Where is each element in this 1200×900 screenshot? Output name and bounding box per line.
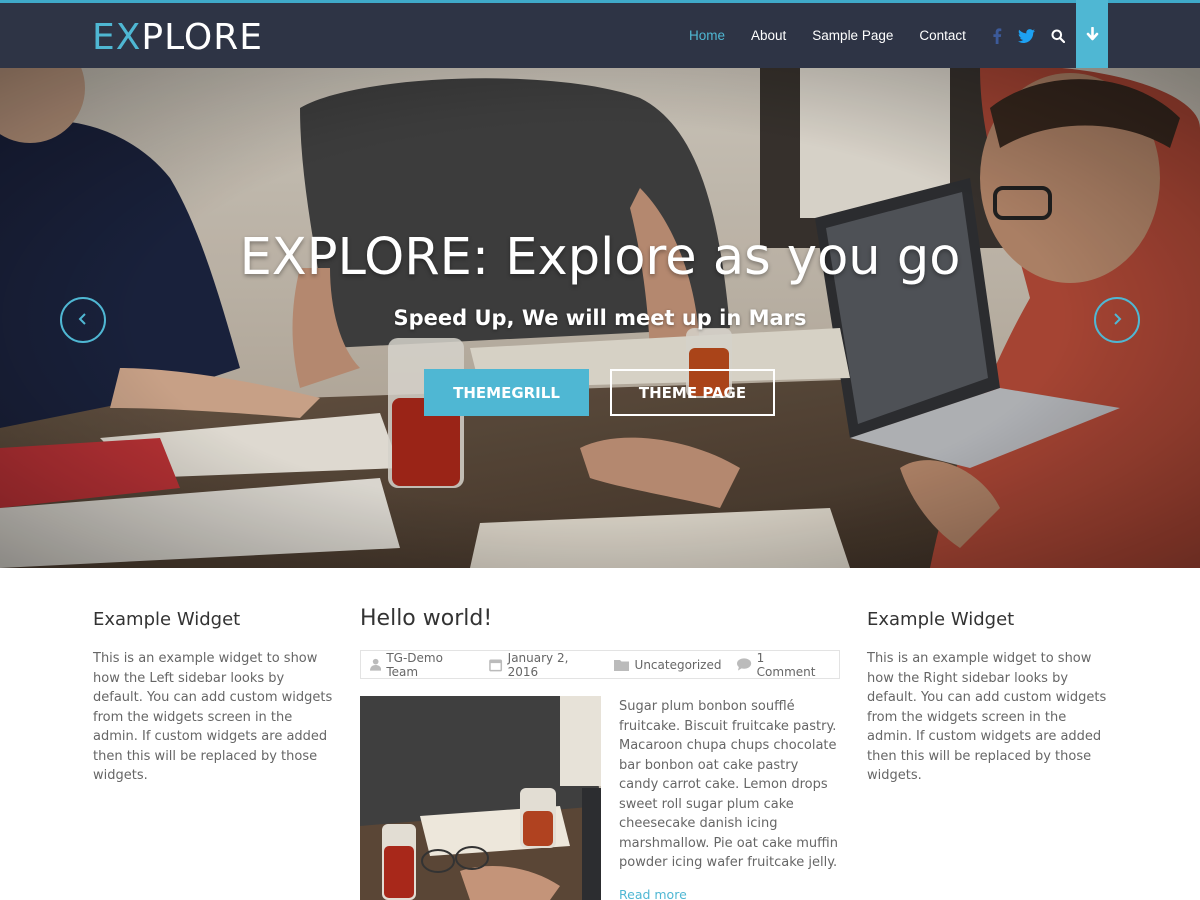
site-header: EXPLORE Home About Sample Page Contact bbox=[0, 0, 1200, 71]
scroll-down-button[interactable] bbox=[1076, 0, 1108, 71]
twitter-icon[interactable] bbox=[1018, 28, 1035, 43]
hero-slider: EXPLORE: Explore as you go Speed Up, We … bbox=[0, 68, 1200, 568]
search-icon[interactable] bbox=[1051, 29, 1065, 43]
comment-icon bbox=[737, 658, 752, 671]
main-nav: Home About Sample Page Contact bbox=[676, 3, 979, 68]
read-more-link[interactable]: Read more bbox=[619, 887, 687, 900]
hero-subtitle: Speed Up, We will meet up in Mars bbox=[393, 306, 807, 330]
post-author[interactable]: TG-Demo Team bbox=[370, 651, 473, 679]
post-category[interactable]: Uncategorized bbox=[613, 657, 722, 672]
post-author-label: TG-Demo Team bbox=[386, 650, 443, 679]
left-widget-title: Example Widget bbox=[93, 609, 241, 630]
themegrill-button[interactable]: THEMEGRILL bbox=[424, 369, 589, 416]
site-logo[interactable]: EXPLORE bbox=[92, 17, 263, 58]
nav-about[interactable]: About bbox=[751, 28, 786, 43]
post-comments[interactable]: 1 Comment bbox=[737, 651, 823, 679]
post-meta: TG-Demo Team January 2, 2016 Uncategoriz… bbox=[360, 650, 840, 679]
nav-contact[interactable]: Contact bbox=[919, 28, 966, 43]
post-excerpt: Sugar plum bonbon soufflé fruitcake. Bis… bbox=[619, 699, 838, 870]
theme-page-button[interactable]: THEME PAGE bbox=[610, 369, 775, 416]
calendar-icon bbox=[489, 659, 503, 671]
left-widget-text: This is an example widget to show how th… bbox=[93, 651, 333, 783]
right-widget-text: This is an example widget to show how th… bbox=[867, 651, 1107, 783]
header-icons bbox=[984, 3, 1073, 68]
hero-title: EXPLORE: Explore as you go bbox=[239, 228, 961, 287]
nav-home[interactable]: Home bbox=[689, 28, 725, 43]
logo-rest: PLORE bbox=[141, 17, 263, 58]
post-category-label: Uncategorized bbox=[634, 657, 722, 672]
logo-accent: EX bbox=[92, 17, 142, 58]
user-icon bbox=[370, 658, 382, 671]
post-date[interactable]: January 2, 2016 bbox=[489, 651, 597, 679]
facebook-icon[interactable] bbox=[992, 27, 1002, 44]
post-title[interactable]: Hello world! bbox=[360, 606, 492, 631]
arrow-down-icon bbox=[1086, 26, 1099, 45]
post-thumbnail[interactable] bbox=[360, 696, 601, 900]
post-comments-label: 1 Comment bbox=[756, 650, 816, 679]
folder-icon bbox=[613, 659, 629, 671]
nav-sample-page[interactable]: Sample Page bbox=[812, 28, 893, 43]
right-widget-title: Example Widget bbox=[867, 609, 1015, 630]
post-date-label: January 2, 2016 bbox=[507, 650, 569, 679]
